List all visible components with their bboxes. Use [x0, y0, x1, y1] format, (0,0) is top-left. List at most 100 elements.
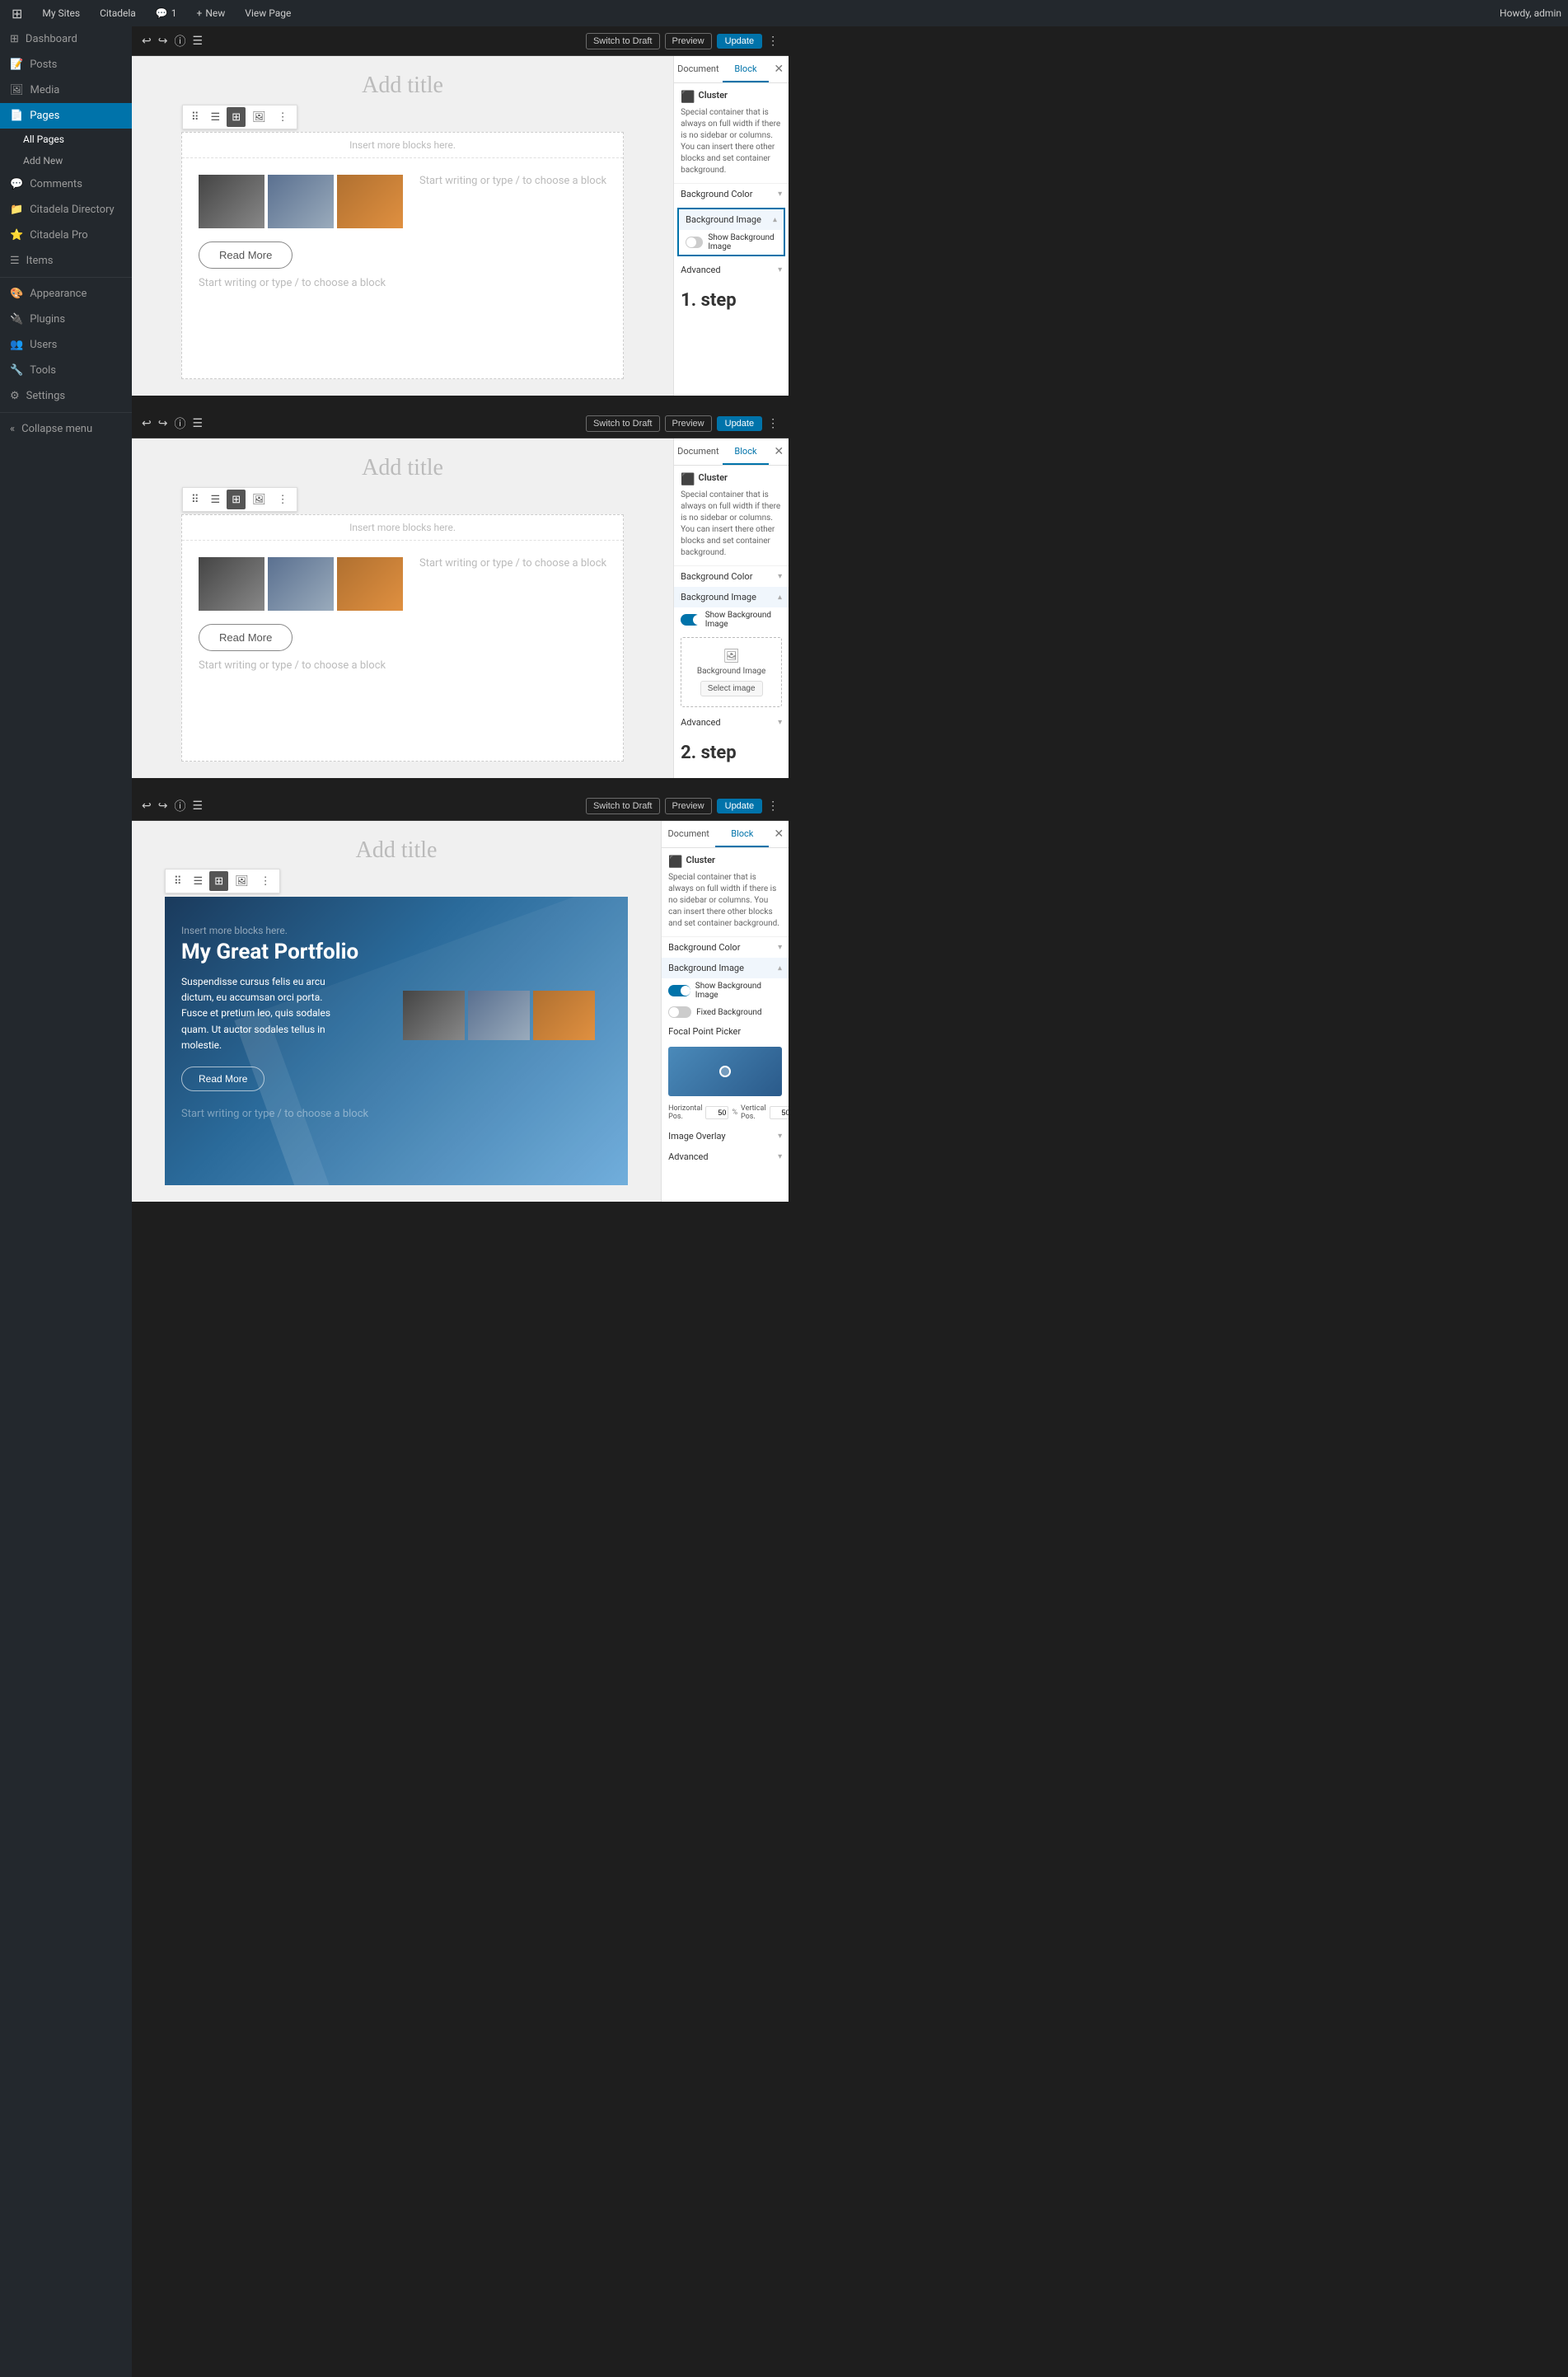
nav-appearance[interactable]: 🎨 Appearance	[0, 281, 132, 307]
toolbar-drag-1[interactable]: ⠿	[186, 107, 204, 127]
panel-close-1[interactable]: ✕	[769, 56, 789, 82]
menu-icon[interactable]: ☰	[192, 35, 203, 48]
preview-btn-1[interactable]: Preview	[665, 33, 712, 49]
show-bg-image-toggle-1[interactable]	[686, 237, 703, 248]
switch-to-draft-btn-2[interactable]: Switch to Draft	[586, 415, 660, 432]
update-btn-2[interactable]: Update	[717, 416, 762, 431]
page-title-1[interactable]: Add title	[181, 73, 624, 99]
document-tab-3[interactable]: Document	[662, 822, 715, 847]
update-btn-3[interactable]: Update	[717, 799, 762, 813]
bg-image-row-1[interactable]: Background Image ▾	[679, 209, 784, 230]
nav-all-pages[interactable]: All Pages	[0, 129, 132, 150]
nav-tools[interactable]: 🔧 Tools	[0, 358, 132, 383]
nav-items[interactable]: ☰ Items	[0, 248, 132, 274]
my-sites-menu[interactable]: My Sites	[37, 0, 85, 26]
nav-users[interactable]: 👥 Users	[0, 332, 132, 358]
toolbar-drag-2[interactable]: ⠿	[186, 490, 204, 509]
info-icon-3[interactable]: ⓘ	[174, 798, 185, 814]
more-options-icon-2[interactable]: ⋮	[767, 417, 779, 430]
toolbar-more-2[interactable]: ⋮	[273, 490, 293, 509]
redo-icon-2[interactable]: ↪	[158, 417, 168, 430]
toolbar-grid-2[interactable]: ⊞	[227, 490, 246, 509]
bg-image-row-2[interactable]: Background Image ▾	[674, 587, 789, 607]
switch-to-draft-btn-1[interactable]: Switch to Draft	[586, 33, 660, 49]
start-writing-1[interactable]: Start writing or type / to choose a bloc…	[419, 175, 606, 187]
block-tab-3[interactable]: Block	[715, 822, 769, 847]
document-tab-1[interactable]: Document	[674, 57, 722, 82]
portfolio-read-more-btn-3[interactable]: Read More	[181, 1067, 264, 1091]
panel-close-3[interactable]: ✕	[769, 821, 789, 847]
redo-icon-3[interactable]: ↪	[158, 799, 168, 813]
focal-point-dot-3[interactable]	[719, 1066, 731, 1077]
select-image-btn-2[interactable]: Select image	[700, 681, 763, 696]
advanced-row-1[interactable]: Advanced ▾	[674, 260, 789, 280]
info-icon-2[interactable]: ⓘ	[174, 415, 185, 432]
menu-icon-3[interactable]: ☰	[192, 799, 203, 813]
nav-add-new[interactable]: Add New	[0, 150, 132, 171]
start-writing-bottom-1[interactable]: Start writing or type / to choose a bloc…	[199, 277, 403, 289]
nav-pages[interactable]: 📄 Pages	[0, 103, 132, 129]
nav-collapse[interactable]: « Collapse menu	[0, 416, 132, 442]
show-bg-image-toggle-3[interactable]	[668, 985, 690, 996]
block-tab-2[interactable]: Block	[723, 439, 770, 465]
comments-count[interactable]: 💬1	[151, 0, 182, 26]
image-overlay-row-3[interactable]: Image Overlay ▾	[662, 1126, 789, 1146]
nav-posts[interactable]: 📝 Posts	[0, 52, 132, 77]
document-tab-2[interactable]: Document	[674, 439, 722, 465]
advanced-row-3[interactable]: Advanced ▾	[662, 1146, 789, 1167]
read-more-btn-1[interactable]: Read More	[199, 241, 293, 269]
start-writing-3[interactable]: Start writing or type / to choose a bloc…	[181, 1108, 611, 1120]
block-tab-1[interactable]: Block	[723, 57, 770, 82]
bg-color-row-2[interactable]: Background Color ▾	[674, 566, 789, 587]
focal-point-preview-3[interactable]	[668, 1047, 782, 1096]
menu-icon-2[interactable]: ☰	[192, 417, 203, 430]
wp-logo[interactable]: ⊞	[7, 0, 27, 26]
citadela-menu[interactable]: Citadela	[95, 0, 141, 26]
page-title-2[interactable]: Add title	[181, 455, 624, 481]
nav-comments[interactable]: 💬 Comments	[0, 171, 132, 197]
more-options-icon-1[interactable]: ⋮	[767, 35, 779, 48]
toolbar-drag-3[interactable]: ⠿	[169, 871, 187, 891]
advanced-row-2[interactable]: Advanced ▾	[674, 712, 789, 733]
toolbar-more-1[interactable]: ⋮	[273, 107, 293, 127]
preview-btn-2[interactable]: Preview	[665, 415, 712, 432]
more-options-icon-3[interactable]: ⋮	[767, 799, 779, 813]
nav-settings[interactable]: ⚙ Settings	[0, 383, 132, 409]
switch-to-draft-btn-3[interactable]: Switch to Draft	[586, 798, 660, 814]
start-writing-2[interactable]: Start writing or type / to choose a bloc…	[419, 557, 606, 570]
nav-citadela-directory[interactable]: 📁 Citadela Directory	[0, 197, 132, 223]
new-content[interactable]: +New	[192, 0, 231, 26]
toolbar-image-3[interactable]: 🖼	[230, 871, 254, 891]
preview-btn-3[interactable]: Preview	[665, 798, 712, 814]
toolbar-more-3[interactable]: ⋮	[255, 871, 276, 891]
toolbar-list-2[interactable]: ☰	[206, 490, 226, 509]
bg-image-select-box-2[interactable]: 🖼 Background Image Select image	[681, 637, 782, 707]
toolbar-image-1[interactable]: 🖼	[247, 107, 271, 127]
undo-icon-2[interactable]: ↩	[142, 417, 152, 430]
toolbar-grid-3[interactable]: ⊞	[209, 871, 228, 891]
show-bg-image-toggle-2[interactable]	[681, 614, 700, 626]
bg-color-row-1[interactable]: Background Color ▾	[674, 184, 789, 204]
nav-dashboard[interactable]: ⊞ Dashboard	[0, 26, 132, 52]
nav-plugins[interactable]: 🔌 Plugins	[0, 307, 132, 332]
toolbar-list-3[interactable]: ☰	[189, 871, 208, 891]
toolbar-list-1[interactable]: ☰	[206, 107, 226, 127]
start-writing-bottom-2[interactable]: Start writing or type / to choose a bloc…	[199, 659, 403, 672]
toolbar-image-2[interactable]: 🖼	[247, 490, 271, 509]
bg-image-row-3[interactable]: Background Image ▾	[662, 958, 789, 978]
focal-point-container-3[interactable]	[668, 1047, 782, 1096]
bg-color-row-3[interactable]: Background Color ▾	[662, 937, 789, 958]
update-btn-1[interactable]: Update	[717, 34, 762, 49]
read-more-btn-2[interactable]: Read More	[199, 624, 293, 651]
nav-media[interactable]: 🖼 Media	[0, 77, 132, 103]
undo-icon-3[interactable]: ↩	[142, 799, 152, 813]
redo-icon[interactable]: ↪	[158, 35, 168, 48]
fixed-bg-toggle-3[interactable]	[668, 1006, 691, 1018]
undo-icon[interactable]: ↩	[142, 35, 152, 48]
panel-close-2[interactable]: ✕	[769, 438, 789, 465]
view-page[interactable]: View Page	[240, 0, 296, 26]
vertical-pos-input-3[interactable]	[770, 1106, 789, 1119]
info-icon[interactable]: ⓘ	[174, 33, 185, 49]
nav-citadela-pro[interactable]: ⭐ Citadela Pro	[0, 223, 132, 248]
page-title-3[interactable]: Add title	[165, 837, 628, 864]
